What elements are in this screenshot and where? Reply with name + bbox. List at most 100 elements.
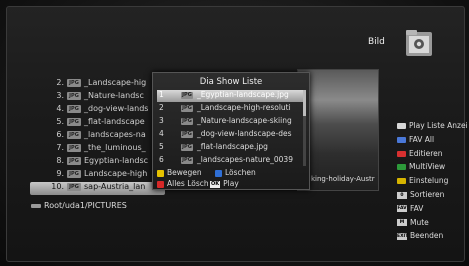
- jpg-icon: JPG: [67, 78, 81, 87]
- item-number: 10.: [51, 182, 64, 191]
- jpg-icon: JPG: [181, 104, 193, 112]
- menu-item[interactable]: M Mute: [397, 218, 429, 227]
- menu-item-label: MultiView: [409, 162, 446, 172]
- list-item[interactable]: 3. JPG _Nature-landsc: [30, 91, 165, 104]
- item-number: 3: [159, 116, 164, 125]
- item-number: 9.: [56, 169, 64, 178]
- dialog-scrollbar[interactable]: [303, 90, 306, 166]
- item-label: _Landscape-hig: [84, 78, 147, 87]
- menu-item-label: Mute: [410, 217, 429, 227]
- delete-all-action[interactable]: Alles Lösch: [157, 179, 209, 188]
- list-item[interactable]: 8. JPG Egyptian-landsc: [30, 156, 165, 169]
- list-item[interactable]: 9. JPG Landscape-high: [30, 169, 165, 182]
- item-label: _Nature-landsc: [84, 91, 144, 100]
- menu-item-label: Sortieren: [410, 190, 445, 199]
- menu-item[interactable]: 0 Sortieren: [397, 190, 444, 199]
- remote-key-icon: 0: [397, 191, 407, 199]
- item-label: _landscapes-nature_0039: [197, 155, 293, 164]
- menu-item[interactable]: Einstelung: [397, 176, 448, 185]
- menu-item-label: Play Liste Anzei: [409, 121, 468, 130]
- item-label: _flat-landscape.jpg: [197, 142, 268, 151]
- list-item[interactable]: 10. JPG sap-Austria_lan: [30, 182, 165, 195]
- dialog-list-item[interactable]: 1 JPG _Egyptian-landscape.jpg: [157, 90, 303, 102]
- remote-key-icon: FAV: [397, 205, 407, 213]
- play-action[interactable]: OK Play: [210, 179, 239, 188]
- yellow-key-icon: [157, 169, 164, 177]
- item-number: 4.: [56, 104, 64, 113]
- jpg-icon: JPG: [67, 117, 81, 126]
- play-label: Play: [223, 179, 239, 188]
- menu-item[interactable]: FAV FAV: [397, 204, 423, 213]
- move-label: Bewegen: [167, 168, 202, 177]
- menu-item[interactable]: Play Liste Anzei: [397, 121, 468, 130]
- menu-item-label: Editieren: [409, 148, 443, 158]
- remote-key-icon: M: [397, 219, 407, 227]
- item-label: _Egyptian-landscape.jpg: [197, 90, 289, 99]
- scrollbar-thumb[interactable]: [303, 90, 306, 116]
- delete-label: Löschen: [225, 168, 256, 177]
- menu-item-label: Einstelung: [409, 176, 449, 186]
- color-key-icon: [397, 178, 406, 185]
- item-label: sap-Austria_lan: [84, 182, 146, 191]
- jpg-icon: JPG: [67, 182, 81, 191]
- item-label: _the_luminous_: [84, 143, 146, 152]
- item-label: _dog-view-landscape-des: [197, 129, 292, 138]
- remote-key-icon: EXIT: [397, 232, 409, 240]
- jpg-icon: JPG: [67, 143, 81, 152]
- menu-item[interactable]: FAV All: [397, 135, 434, 144]
- item-label: Landscape-high: [84, 169, 148, 178]
- dialog-list-item[interactable]: 3 JPG _Nature-landscape-skiing: [157, 116, 303, 128]
- ok-key-icon: OK: [210, 180, 221, 188]
- usb-icon: [31, 203, 41, 208]
- blue-key-icon: [215, 169, 222, 177]
- folder-image-icon: [406, 30, 432, 56]
- dialog-list-item[interactable]: 2 JPG _Landscape-high-resoluti: [157, 103, 303, 115]
- file-list: 2. JPG _Landscape-hig 3. JPG _Nature-landsc 4.…: [30, 78, 165, 195]
- jpg-icon: JPG: [181, 117, 193, 125]
- item-number: 5.: [56, 117, 64, 126]
- color-key-icon: [397, 164, 406, 171]
- jpg-icon: JPG: [181, 156, 193, 164]
- preview-caption: king-holiday-Austr: [311, 175, 375, 183]
- item-label: _landscapes-na: [84, 130, 146, 139]
- item-number: 2: [159, 103, 164, 112]
- delete-action[interactable]: Löschen: [215, 168, 256, 177]
- jpg-icon: JPG: [67, 130, 81, 139]
- list-item[interactable]: 4. JPG _dog-view-lands: [30, 104, 165, 117]
- item-label: _flat-landscape: [84, 117, 145, 126]
- item-number: 4: [159, 129, 164, 138]
- jpg-icon: JPG: [67, 104, 81, 113]
- jpg-icon: JPG: [67, 156, 81, 165]
- list-item[interactable]: 6. JPG _landscapes-na: [30, 130, 165, 143]
- item-number: 7.: [56, 143, 64, 152]
- page-title: Bild: [368, 37, 385, 47]
- color-key-icon: [397, 123, 406, 129]
- item-number: 6: [159, 155, 164, 164]
- breadcrumb-path: Root/uda1/PICTURES: [44, 201, 127, 210]
- item-label: _Nature-landscape-skiing: [197, 116, 292, 125]
- menu-item-label: Beenden: [410, 231, 444, 241]
- dialog-list-item[interactable]: 5 JPG _flat-landscape.jpg: [157, 142, 303, 154]
- list-item[interactable]: 2. JPG _Landscape-hig: [30, 78, 165, 91]
- item-number: 8.: [56, 156, 64, 165]
- red-key-icon: [157, 180, 164, 188]
- list-item[interactable]: 5. JPG _flat-landscape: [30, 117, 165, 130]
- jpg-icon: JPG: [181, 130, 193, 138]
- dialog-list-item[interactable]: 6 JPG _landscapes-nature_0039: [157, 155, 303, 167]
- list-item[interactable]: 7. JPG _the_luminous_: [30, 143, 165, 156]
- jpg-icon: JPG: [67, 169, 81, 178]
- move-action[interactable]: Bewegen: [157, 168, 202, 177]
- item-number: 5: [159, 142, 164, 151]
- breadcrumb: Root/uda1/PICTURES: [31, 201, 127, 210]
- screen: Bild 2. JPG _Landscape-hig 3. JPG _Nature-lan…: [0, 0, 469, 266]
- color-key-icon: [397, 150, 406, 157]
- jpg-icon: JPG: [181, 91, 193, 99]
- item-number: 2.: [56, 78, 64, 87]
- dialog-list-item[interactable]: 4 JPG _dog-view-landscape-des: [157, 129, 303, 141]
- menu-item[interactable]: MultiView: [397, 162, 445, 171]
- menu-item-label: FAV: [410, 203, 424, 213]
- item-label: _Landscape-high-resoluti: [197, 103, 291, 112]
- menu-item[interactable]: EXIT Beenden: [397, 231, 443, 240]
- menu-item-label: FAV All: [409, 134, 435, 144]
- menu-item[interactable]: Editieren: [397, 149, 443, 158]
